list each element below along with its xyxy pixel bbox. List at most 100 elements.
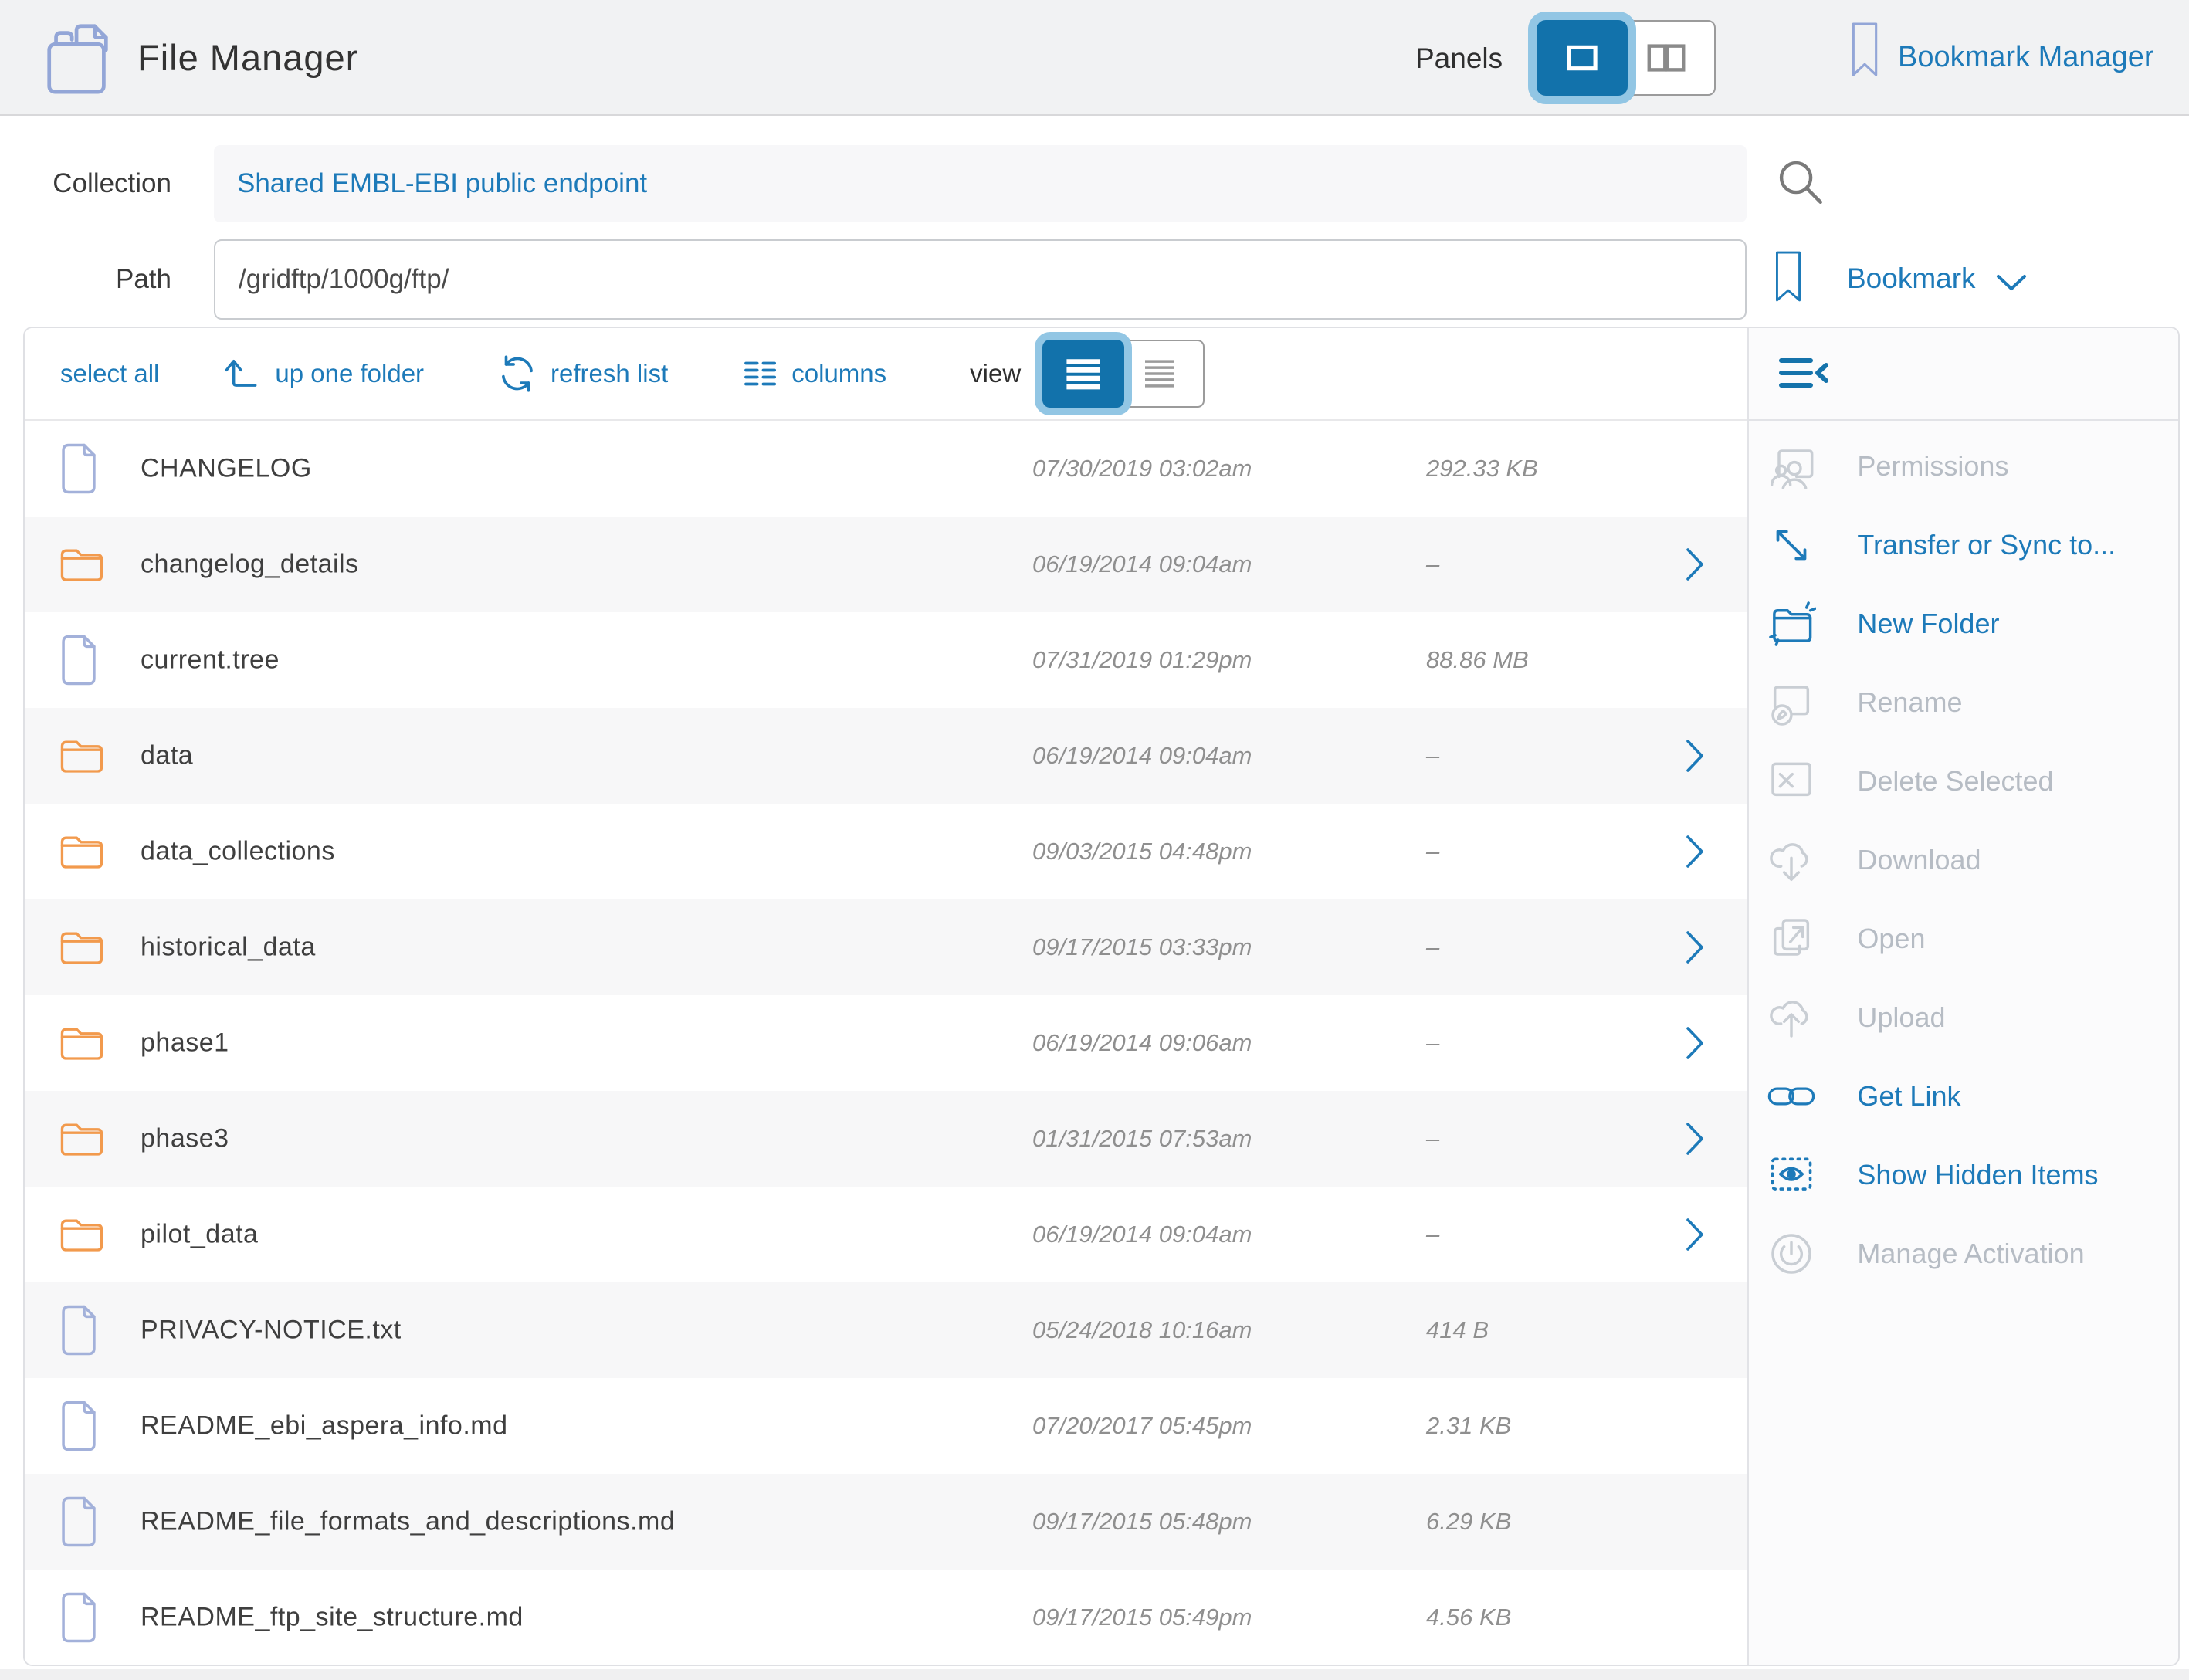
file-name: PRIVACY-NOTICE.txt bbox=[141, 1316, 402, 1346]
dual-panel-icon bbox=[1635, 26, 1698, 90]
file-icon bbox=[59, 1591, 99, 1644]
chevron-right-icon[interactable] bbox=[1685, 547, 1705, 582]
columns-button[interactable]: columns bbox=[791, 359, 886, 388]
file-name: README_file_formats_and_descriptions.md bbox=[141, 1507, 675, 1537]
list-toolbar: select all up one folder bbox=[25, 328, 1747, 421]
up-one-folder-button[interactable]: up one folder bbox=[275, 359, 424, 388]
file-row[interactable]: PRIVACY-NOTICE.txt 05/24/2018 10:16am 41… bbox=[25, 1282, 1747, 1378]
menu-label: New Folder bbox=[1857, 608, 1999, 640]
file-row[interactable]: README_ftp_site_structure.md 09/17/2015 … bbox=[25, 1570, 1747, 1665]
panels-label: Panels bbox=[1415, 42, 1503, 75]
dual-panel-button[interactable] bbox=[1617, 20, 1716, 96]
file-name: data bbox=[141, 741, 193, 771]
bookmark-label: Bookmark bbox=[1847, 262, 1976, 295]
bookmark-manager-icon bbox=[1848, 19, 1882, 80]
file-row[interactable]: data_collections 09/03/2015 04:48pm – bbox=[25, 804, 1747, 899]
single-panel-icon bbox=[1550, 26, 1614, 90]
show-hidden-icon bbox=[1766, 1150, 1817, 1201]
file-size: – bbox=[1426, 550, 1439, 578]
view-detail-button[interactable] bbox=[1115, 340, 1205, 408]
file-icon bbox=[59, 1495, 99, 1548]
refresh-list-button[interactable]: refresh list bbox=[551, 359, 668, 388]
file-size: – bbox=[1426, 1029, 1439, 1057]
file-name: changelog_details bbox=[141, 550, 359, 580]
path-input[interactable] bbox=[214, 239, 1747, 320]
menu-label: Download bbox=[1857, 844, 1981, 876]
file-manager-app: File Manager Panels Bookmark Manager bbox=[0, 0, 2189, 1680]
file-size: 6.29 KB bbox=[1426, 1508, 1511, 1536]
collection-label: Collection bbox=[0, 145, 171, 222]
menu-item-new-folder[interactable]: New Folder bbox=[1749, 584, 2178, 663]
file-row[interactable]: README_ebi_aspera_info.md 07/20/2017 05:… bbox=[25, 1378, 1747, 1474]
file-date: 06/19/2014 09:04am bbox=[1032, 1221, 1252, 1248]
file-size: – bbox=[1426, 1125, 1439, 1153]
file-date: 07/30/2019 03:02am bbox=[1032, 455, 1252, 483]
file-name: phase3 bbox=[141, 1124, 229, 1154]
file-name: CHANGELOG bbox=[141, 454, 312, 484]
view-list-button[interactable] bbox=[1042, 340, 1124, 408]
file-row[interactable]: CHANGELOG 07/30/2019 03:02am 292.33 KB bbox=[25, 421, 1747, 517]
get-link-icon bbox=[1766, 1071, 1817, 1122]
menu-label: Get Link bbox=[1857, 1080, 1960, 1113]
chevron-right-icon[interactable] bbox=[1685, 738, 1705, 774]
bookmark-button[interactable]: Bookmark bbox=[1773, 247, 2035, 312]
transfer-sync-icon bbox=[1766, 520, 1817, 571]
file-row[interactable]: historical_data 09/17/2015 03:33pm – bbox=[25, 899, 1747, 995]
bookmark-icon bbox=[1773, 247, 1804, 306]
chevron-right-icon[interactable] bbox=[1685, 1025, 1705, 1061]
view-label: view bbox=[970, 359, 1021, 388]
file-date: 09/17/2015 03:33pm bbox=[1032, 933, 1252, 961]
search-icon[interactable] bbox=[1773, 154, 1832, 213]
upload-icon bbox=[1766, 992, 1817, 1043]
menu-item-get-link[interactable]: Get Link bbox=[1749, 1057, 2178, 1136]
folder-icon bbox=[59, 1214, 105, 1255]
menu-item-transfer-or-sync[interactable]: Transfer or Sync to... bbox=[1749, 506, 2178, 584]
file-row[interactable]: current.tree 07/31/2019 01:29pm 88.86 MB bbox=[25, 612, 1747, 708]
file-icon bbox=[59, 1304, 99, 1357]
file-manager-icon bbox=[40, 17, 117, 99]
chevron-right-icon[interactable] bbox=[1685, 1217, 1705, 1252]
file-row[interactable]: phase1 06/19/2014 09:06am – bbox=[25, 995, 1747, 1091]
file-row[interactable]: data 06/19/2014 09:04am – bbox=[25, 708, 1747, 804]
page-title: File Manager bbox=[137, 36, 358, 79]
chevron-right-icon[interactable] bbox=[1685, 834, 1705, 869]
file-date: 09/17/2015 05:49pm bbox=[1032, 1604, 1252, 1631]
menu-label: Open bbox=[1857, 923, 1925, 955]
download-icon bbox=[1766, 835, 1817, 886]
file-date: 09/17/2015 05:48pm bbox=[1032, 1508, 1252, 1536]
chevron-right-icon[interactable] bbox=[1685, 930, 1705, 965]
file-name: data_collections bbox=[141, 837, 335, 867]
collection-field[interactable]: Shared EMBL-EBI public endpoint bbox=[214, 145, 1747, 222]
select-all-button[interactable]: select all bbox=[60, 359, 159, 388]
chevron-right-icon[interactable] bbox=[1685, 1121, 1705, 1157]
single-panel-button[interactable] bbox=[1537, 20, 1628, 96]
up-one-folder-icon[interactable] bbox=[219, 352, 263, 395]
file-row[interactable]: pilot_data 06/19/2014 09:04am – bbox=[25, 1187, 1747, 1282]
pathbar: Collection Shared EMBL-EBI public endpoi… bbox=[0, 117, 2189, 327]
chevron-down-icon bbox=[1995, 273, 2028, 293]
view-toggle bbox=[1042, 340, 1205, 408]
menu-item-show-hidden-items[interactable]: Show Hidden Items bbox=[1749, 1136, 2178, 1214]
open-icon bbox=[1766, 913, 1817, 964]
file-size: 414 B bbox=[1426, 1316, 1489, 1344]
menu-item-open: Open bbox=[1749, 899, 2178, 978]
file-rows: CHANGELOG 07/30/2019 03:02am 292.33 KB c… bbox=[25, 421, 1747, 1665]
file-list-panel: select all up one folder bbox=[25, 328, 1747, 1665]
file-date: 09/03/2015 04:48pm bbox=[1032, 838, 1252, 865]
file-icon bbox=[59, 442, 99, 495]
file-icon bbox=[59, 634, 99, 686]
refresh-icon[interactable] bbox=[495, 351, 540, 396]
footer-strip bbox=[0, 1669, 2189, 1680]
manage-activation-icon bbox=[1766, 1228, 1817, 1279]
bookmark-manager-button[interactable]: Bookmark Manager bbox=[1898, 41, 2154, 74]
file-size: 4.56 KB bbox=[1426, 1604, 1511, 1631]
file-size: 2.31 KB bbox=[1426, 1412, 1511, 1440]
file-name: README_ftp_site_structure.md bbox=[141, 1603, 524, 1633]
file-row[interactable]: README_file_formats_and_descriptions.md … bbox=[25, 1474, 1747, 1570]
file-row[interactable]: changelog_details 06/19/2014 09:04am – bbox=[25, 517, 1747, 612]
collapse-sidebar-icon[interactable] bbox=[1777, 354, 1831, 393]
file-row[interactable]: phase3 01/31/2015 07:53am – bbox=[25, 1091, 1747, 1187]
file-name: current.tree bbox=[141, 645, 280, 676]
menu-label: Rename bbox=[1857, 686, 1962, 719]
columns-icon[interactable] bbox=[739, 353, 781, 395]
